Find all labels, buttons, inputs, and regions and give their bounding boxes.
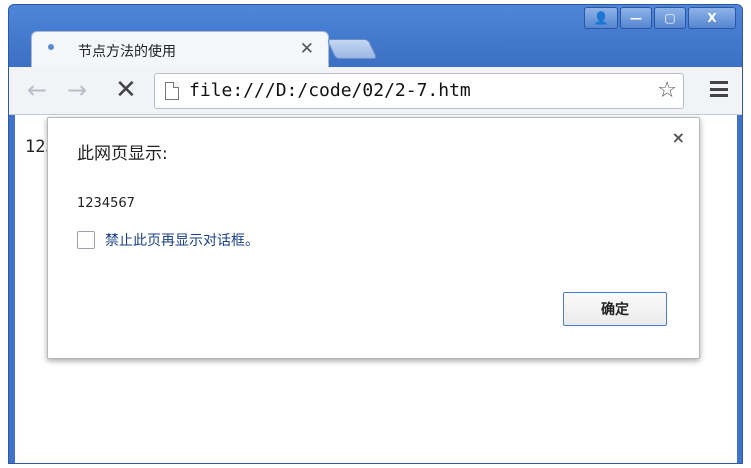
new-tab-button[interactable] xyxy=(326,39,378,59)
toolbar: ← → ✕ file:///D:/code/02/2-7.htm ☆ xyxy=(9,67,742,115)
window-controls: 👤 — ▢ X xyxy=(584,7,736,29)
tab-close-icon[interactable]: ✕ xyxy=(300,39,314,59)
tab-active[interactable]: 节点方法的使用 ✕ xyxy=(31,31,329,69)
browser-window: 👤 — ▢ X 节点方法的使用 ✕ ← → ✕ file:///D:/code/… xyxy=(8,4,743,464)
menu-line xyxy=(710,94,728,97)
back-icon[interactable]: ← xyxy=(27,76,47,104)
star-icon[interactable]: ☆ xyxy=(657,78,677,103)
url-text[interactable]: file:///D:/code/02/2-7.htm xyxy=(189,80,471,101)
page-icon xyxy=(165,82,179,100)
menu-line xyxy=(710,81,728,84)
tab-title: 节点方法的使用 xyxy=(78,44,176,60)
stop-icon[interactable]: ✕ xyxy=(115,75,137,105)
maximize-icon[interactable]: ▢ xyxy=(654,7,686,29)
menu-line xyxy=(710,87,728,91)
ok-button[interactable]: 确定 xyxy=(563,292,667,326)
alert-dialog: 此网页显示: × 1234567 禁止此页再显示对话框。 确定 xyxy=(47,117,700,359)
suppress-dialogs-checkbox[interactable] xyxy=(77,231,95,249)
user-icon[interactable]: 👤 xyxy=(584,7,618,29)
dialog-close-icon[interactable]: × xyxy=(672,128,685,147)
favicon-icon xyxy=(48,44,54,50)
title-bar: 👤 — ▢ X 节点方法的使用 ✕ xyxy=(9,5,742,69)
address-bar[interactable]: file:///D:/code/02/2-7.htm ☆ xyxy=(154,73,684,109)
forward-icon[interactable]: → xyxy=(67,76,87,104)
dialog-message: 1234567 xyxy=(77,196,135,211)
minimize-icon[interactable]: — xyxy=(620,7,652,29)
menu-icon[interactable] xyxy=(710,81,728,97)
dialog-title: 此网页显示: xyxy=(77,144,168,164)
close-icon[interactable]: X xyxy=(688,7,736,29)
suppress-dialogs-label[interactable]: 禁止此页再显示对话框。 xyxy=(105,230,259,250)
suppress-dialogs-row[interactable]: 禁止此页再显示对话框。 xyxy=(77,230,259,250)
